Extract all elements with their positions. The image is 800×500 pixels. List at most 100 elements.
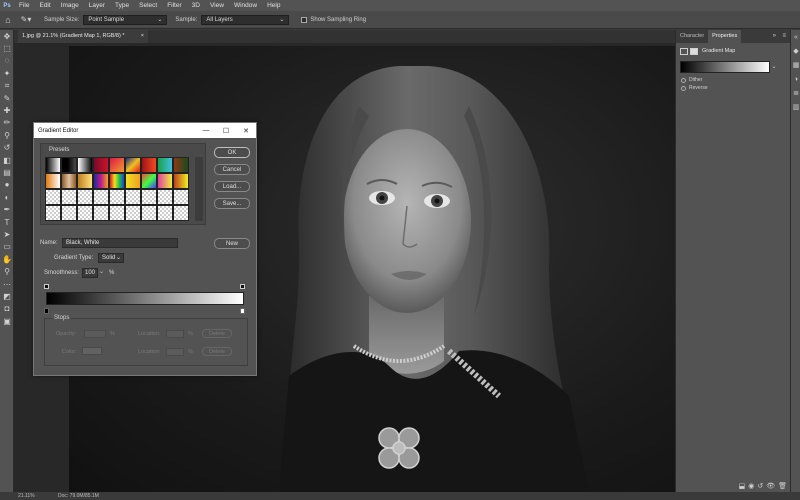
- smoothness-field[interactable]: 100: [82, 268, 98, 278]
- eyedropper-tool-icon[interactable]: ✎▾: [16, 15, 36, 24]
- reverse-checkbox[interactable]: [681, 85, 686, 91]
- new-button[interactable]: New: [214, 238, 250, 249]
- preset-swatch[interactable]: [141, 173, 157, 189]
- channels-panel-icon[interactable]: ▥: [791, 100, 800, 114]
- minimize-icon[interactable]: —: [196, 123, 216, 138]
- preset-swatch[interactable]: [157, 157, 173, 173]
- reverse-option[interactable]: Reverse: [676, 84, 790, 92]
- layers-panel-icon[interactable]: ≣: [791, 86, 800, 100]
- path-selection-tool-icon[interactable]: ➤: [0, 228, 14, 240]
- menu-window[interactable]: Window: [229, 0, 262, 11]
- brush-tool-icon[interactable]: ✏: [0, 117, 14, 129]
- pen-tool-icon[interactable]: ✒: [0, 203, 14, 215]
- menu-edit[interactable]: Edit: [34, 0, 55, 11]
- preset-swatch[interactable]: [173, 189, 189, 205]
- menu-layer[interactable]: Layer: [84, 0, 110, 11]
- dither-checkbox[interactable]: [681, 77, 686, 83]
- color-stop-left[interactable]: [44, 308, 49, 314]
- menu-help[interactable]: Help: [262, 0, 285, 11]
- move-tool-icon[interactable]: ✥: [0, 30, 14, 42]
- eraser-tool-icon[interactable]: ◧: [0, 154, 14, 166]
- preset-swatch[interactable]: [157, 173, 173, 189]
- zoom-level[interactable]: 21.11%: [18, 493, 58, 499]
- gradient-preview-bar[interactable]: [680, 61, 770, 73]
- preset-swatch[interactable]: [125, 205, 141, 221]
- gradient-bar[interactable]: [46, 292, 244, 305]
- layer-mask-icon[interactable]: [690, 47, 698, 55]
- color-stop-right[interactable]: [240, 308, 245, 314]
- opacity-stop-right[interactable]: [240, 284, 245, 289]
- load-button[interactable]: Load...: [214, 181, 250, 192]
- visibility-eye-icon[interactable]: 👁: [766, 482, 775, 490]
- collapse-icon[interactable]: »: [773, 30, 776, 43]
- preset-swatch[interactable]: [61, 157, 77, 173]
- zoom-tool-icon[interactable]: ⚲: [0, 265, 14, 277]
- foreground-background-color-icon[interactable]: ◩: [0, 290, 14, 302]
- home-icon[interactable]: ⌂: [0, 15, 16, 25]
- swatches-panel-icon[interactable]: ▦: [791, 58, 800, 72]
- menu-image[interactable]: Image: [56, 0, 84, 11]
- document-tab[interactable]: 1.jpg @ 21.1% (Gradient Map 1, RGB/8) * …: [18, 30, 148, 43]
- preset-swatch[interactable]: [157, 189, 173, 205]
- save-button[interactable]: Save...: [214, 198, 250, 209]
- preset-swatch[interactable]: [93, 205, 109, 221]
- trash-icon[interactable]: 🗑: [778, 482, 787, 490]
- menu-3d[interactable]: 3D: [187, 0, 205, 11]
- dodge-tool-icon[interactable]: ◐: [0, 191, 14, 203]
- eyedropper-tool-icon[interactable]: ✎: [0, 92, 14, 104]
- preset-swatch[interactable]: [45, 205, 61, 221]
- ok-button[interactable]: OK: [214, 147, 250, 158]
- close-icon[interactable]: ×: [141, 30, 144, 43]
- opacity-stop-left[interactable]: [44, 284, 49, 289]
- sample-size-select[interactable]: Point Sample ⌄: [83, 14, 168, 25]
- preset-swatch[interactable]: [141, 205, 157, 221]
- tab-properties[interactable]: Properties: [708, 30, 742, 43]
- chevron-down-icon[interactable]: ⌄: [770, 61, 778, 73]
- dialog-titlebar[interactable]: Gradient Editor — ☐ ✕: [34, 123, 256, 138]
- preset-swatch[interactable]: [77, 173, 93, 189]
- preset-swatch[interactable]: [77, 205, 93, 221]
- marquee-tool-icon[interactable]: ⬚: [0, 42, 14, 54]
- preset-swatch[interactable]: [141, 157, 157, 173]
- blur-tool-icon[interactable]: ●: [0, 179, 14, 191]
- preset-swatch[interactable]: [45, 189, 61, 205]
- preset-swatch[interactable]: [141, 189, 157, 205]
- preset-swatch[interactable]: [125, 189, 141, 205]
- preset-swatch[interactable]: [109, 173, 125, 189]
- preset-swatch[interactable]: [77, 189, 93, 205]
- crop-tool-icon[interactable]: ⌗: [0, 80, 14, 92]
- menu-view[interactable]: View: [205, 0, 229, 11]
- preset-swatch[interactable]: [109, 205, 125, 221]
- cancel-button[interactable]: Cancel: [214, 164, 250, 175]
- dither-option[interactable]: Dither: [676, 76, 790, 84]
- preset-swatch[interactable]: [125, 157, 141, 173]
- preset-swatch[interactable]: [61, 205, 77, 221]
- preset-swatch[interactable]: [61, 173, 77, 189]
- preset-swatch[interactable]: [173, 157, 189, 173]
- chevron-down-icon[interactable]: ⌄: [99, 268, 104, 275]
- adjustments-panel-icon[interactable]: ◑: [791, 72, 800, 86]
- screen-mode-icon[interactable]: ▣: [0, 315, 14, 327]
- close-icon[interactable]: ✕: [236, 123, 256, 138]
- hand-tool-icon[interactable]: ✋: [0, 253, 14, 265]
- clip-to-layer-icon[interactable]: ⬓: [739, 482, 746, 490]
- preset-swatch[interactable]: [173, 205, 189, 221]
- preset-swatch[interactable]: [125, 173, 141, 189]
- history-brush-tool-icon[interactable]: ↺: [0, 142, 14, 154]
- gradient-type-select[interactable]: Solid ⌄: [98, 253, 124, 263]
- healing-brush-tool-icon[interactable]: ✚: [0, 104, 14, 116]
- preset-swatch[interactable]: [45, 157, 61, 173]
- menu-type[interactable]: Type: [110, 0, 134, 11]
- sample-select[interactable]: All Layers ⌄: [201, 14, 290, 25]
- preset-swatch[interactable]: [173, 173, 189, 189]
- preset-swatch[interactable]: [45, 173, 61, 189]
- clone-stamp-tool-icon[interactable]: ⚲: [0, 129, 14, 141]
- view-previous-icon[interactable]: ◉: [748, 482, 754, 490]
- tab-character[interactable]: Character: [676, 30, 708, 43]
- preset-swatch[interactable]: [61, 189, 77, 205]
- preset-swatch[interactable]: [93, 157, 109, 173]
- preset-swatch[interactable]: [109, 157, 125, 173]
- preset-swatch[interactable]: [109, 189, 125, 205]
- menu-select[interactable]: Select: [134, 0, 162, 11]
- edit-toolbar-icon[interactable]: ⋯: [0, 278, 14, 290]
